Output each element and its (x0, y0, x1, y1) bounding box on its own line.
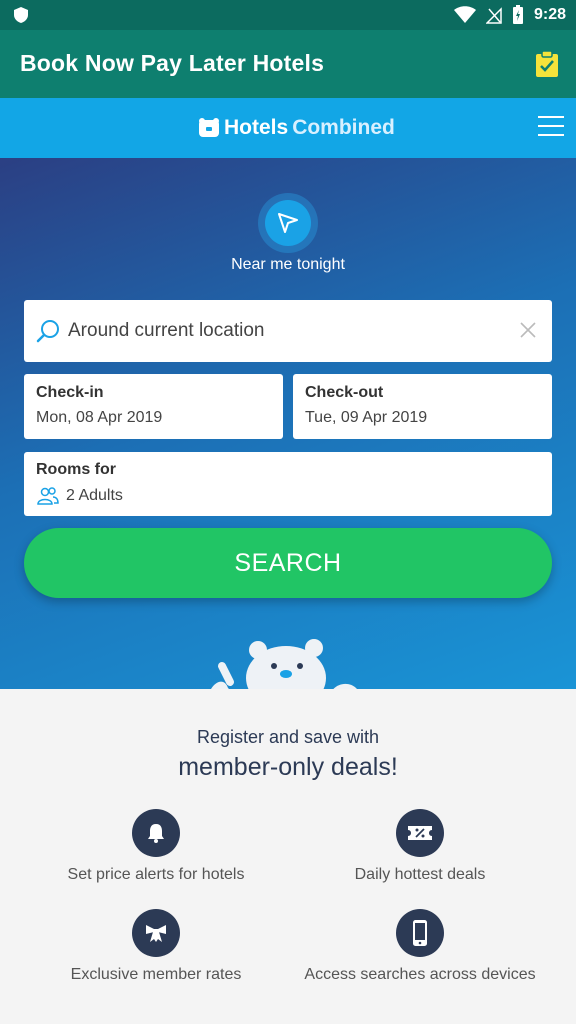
hero-search-panel: Near me tonight Around current location … (0, 158, 576, 689)
checkout-value[interactable]: Tue, 09 Apr 2019 (305, 409, 427, 427)
logo-text-combined: Combined (292, 116, 395, 139)
battery-icon (512, 5, 523, 24)
clipboard-check-icon[interactable] (534, 50, 560, 78)
location-search-value[interactable]: Around current location (68, 320, 264, 342)
hamburger-menu-icon[interactable] (538, 116, 564, 138)
search-button[interactable]: SEARCH (24, 528, 552, 598)
checkout-field[interactable]: Check-out Tue, 09 Apr 2019 (293, 374, 552, 439)
app-bar: Book Now Pay Later Hotels (0, 30, 576, 98)
logo-text-hotels: Hotels (224, 116, 289, 139)
checkin-label: Check-in (36, 384, 104, 401)
status-bar: 9:28 (0, 0, 576, 30)
location-search-input[interactable]: Around current location (24, 300, 552, 362)
bow-tie-icon (132, 909, 180, 957)
rooms-value[interactable]: 2 Adults (66, 487, 123, 505)
search-icon (36, 320, 59, 343)
promo-headline: member-only deals! (178, 753, 398, 781)
feature-text: Exclusive member rates (70, 966, 242, 983)
bell-icon (132, 809, 180, 857)
bear-mascot-illustration (211, 639, 357, 689)
rooms-field[interactable]: Rooms for 2 Adults (24, 452, 552, 516)
location-arrow-icon (278, 213, 298, 233)
app-title: Book Now Pay Later Hotels (20, 50, 325, 76)
near-me-label[interactable]: Near me tonight (0, 256, 576, 274)
guests-icon (37, 487, 59, 505)
rooms-label: Rooms for (36, 461, 116, 478)
feature-text: Access searches across devices (304, 966, 536, 983)
hotelscombined-logo: Hotels Combined (198, 114, 395, 142)
near-me-button[interactable] (258, 193, 318, 253)
brand-bar: Hotels Combined (0, 98, 576, 158)
smartphone-icon (396, 909, 444, 957)
close-icon[interactable] (518, 320, 538, 340)
wifi-icon (453, 6, 476, 23)
signal-icon (485, 7, 502, 24)
discount-ticket-icon (396, 809, 444, 857)
feature-text: Set price alerts for hotels (67, 866, 245, 883)
shield-icon (14, 7, 28, 23)
bear-logo-icon (199, 118, 219, 137)
checkout-label: Check-out (305, 384, 384, 401)
member-promo-section: Register and save with member-only deals… (0, 689, 576, 1024)
checkin-value[interactable]: Mon, 08 Apr 2019 (36, 409, 162, 427)
clock-time: 9:28 (533, 6, 566, 23)
feature-text: Daily hottest deals (354, 866, 486, 883)
promo-subtitle: Register and save with (196, 727, 380, 747)
checkin-field[interactable]: Check-in Mon, 08 Apr 2019 (24, 374, 283, 439)
